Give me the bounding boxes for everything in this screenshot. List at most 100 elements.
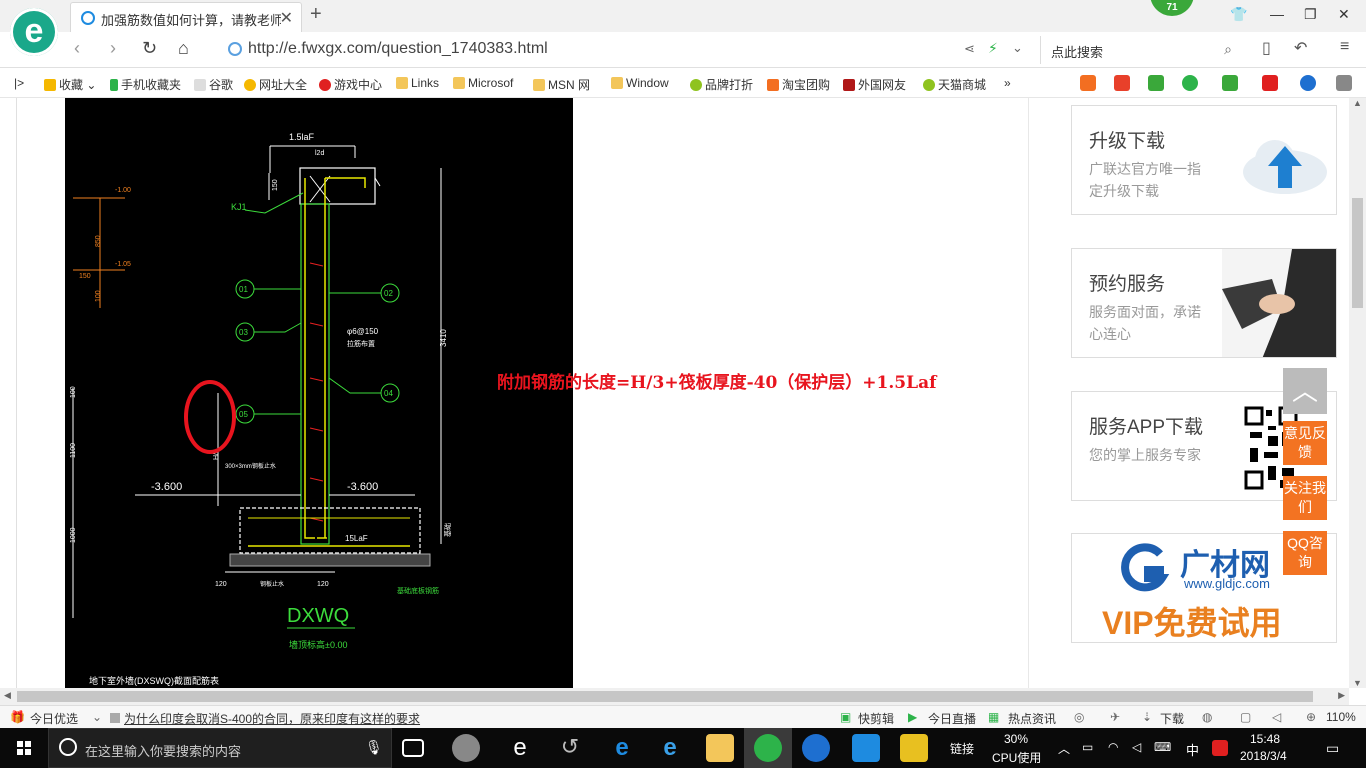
address-bar[interactable]: http://e.fwxgx.com/question_1740383.html… [222, 36, 1032, 64]
today-picks-link[interactable]: 今日优选 [30, 710, 78, 727]
volume-icon[interactable]: ◁ [1132, 740, 1141, 754]
bookmark-item[interactable]: 收藏 ⌄ [44, 76, 96, 93]
follow-us-button[interactable]: 关注我们 [1283, 476, 1327, 520]
scroll-down-icon[interactable]: ▼ [1353, 678, 1362, 688]
zoom-level[interactable]: 110% [1326, 710, 1356, 724]
speed-icon[interactable]: ◎ [1074, 710, 1084, 724]
refresh-icon[interactable]: ↻ [142, 38, 157, 59]
bookmark-item[interactable]: MSN 网 [533, 76, 590, 93]
undo-icon[interactable]: ↶ [1294, 38, 1307, 58]
tab-close-icon[interactable]: ✕ [280, 8, 293, 28]
quick-clip-link[interactable]: 快剪辑 [858, 710, 894, 727]
wifi-icon[interactable]: ◠ [1108, 740, 1118, 754]
bookmark-item[interactable]: 淘宝团购 [767, 76, 830, 93]
close-button[interactable]: ✕ [1338, 6, 1350, 23]
task-view-icon[interactable] [402, 739, 424, 757]
notification-center-icon[interactable]: ▭ [1326, 740, 1339, 757]
browser-logo-icon[interactable]: e [10, 8, 58, 56]
scroll-up-icon[interactable]: ▲ [1353, 98, 1362, 108]
more-bookmarks-icon[interactable]: » [1004, 76, 1011, 90]
qq-consult-button[interactable]: QQ咨询 [1283, 531, 1327, 575]
clock-date[interactable]: 2018/3/4 [1240, 749, 1287, 763]
bookmark-item[interactable]: 品牌打折 [690, 76, 753, 93]
clock-time[interactable]: 15:48 [1250, 732, 1280, 746]
share-icon[interactable]: ⋖ [964, 41, 975, 57]
volume-icon[interactable]: ◁ [1272, 710, 1281, 724]
bookmark-item[interactable]: Microsof [453, 76, 513, 90]
search-input[interactable]: 点此搜索 [1051, 42, 1103, 61]
search-icon[interactable]: ⌕ [1224, 41, 1232, 58]
scroll-left-icon[interactable]: ◀ [4, 690, 11, 701]
speed-mode-icon[interactable]: ⚡ [988, 40, 998, 57]
bookmark-item[interactable]: Window [611, 76, 669, 90]
chevron-down-icon[interactable]: ⌄ [1012, 40, 1023, 56]
scroll-right-icon[interactable]: ▶ [1338, 690, 1345, 701]
tab-active[interactable]: 加强筋数值如何计算，请教老师。 ✕ [70, 2, 302, 32]
edge-icon[interactable]: e [608, 734, 636, 762]
bookmark-item[interactable]: 外国网友 [843, 76, 906, 93]
plus-app-icon[interactable] [852, 734, 880, 762]
ime-indicator[interactable]: 中 [1186, 740, 1199, 759]
minimize-button[interactable]: — [1270, 6, 1284, 22]
menu-icon[interactable]: ≡ [1340, 38, 1349, 56]
translate-icon[interactable] [1222, 75, 1238, 91]
back-icon[interactable]: ‹ [74, 38, 80, 59]
pin-icon[interactable]: ✈ [1110, 710, 1120, 724]
file-explorer-icon[interactable] [706, 734, 734, 762]
notes-app-icon[interactable] [900, 734, 928, 762]
vertical-scrollbar[interactable]: ▲ ▼ [1349, 98, 1366, 688]
home-icon[interactable]: ⌂ [178, 38, 189, 59]
skin-icon[interactable]: 👕 [1230, 6, 1247, 23]
taskbar-search[interactable]: 在这里输入你要搜索的内容 🎙 [48, 728, 392, 768]
bookmark-item[interactable]: 游戏中心 [319, 76, 382, 93]
mobile-icon[interactable]: ▯ [1262, 38, 1271, 58]
video-icon[interactable] [1080, 75, 1096, 91]
hot-news-link[interactable]: 热点资讯 [1008, 710, 1056, 727]
bookmark-item[interactable]: 天猫商城 [923, 76, 986, 93]
pinwheel-app-icon[interactable] [452, 734, 480, 762]
links-toolbar[interactable]: 链接 [950, 740, 974, 757]
screenshot-icon[interactable] [1262, 75, 1278, 91]
bookmark-item[interactable]: 手机收藏夹 [110, 76, 181, 93]
grid-icon[interactable] [1336, 75, 1352, 91]
browser-e-icon[interactable]: e [506, 734, 534, 762]
ie-icon[interactable]: e [656, 734, 684, 762]
bookmark-item[interactable]: 网址大全 [244, 76, 307, 93]
bookmark-item[interactable]: Links [396, 76, 439, 90]
battery-icon[interactable]: ▭ [1082, 740, 1093, 754]
clean-icon[interactable]: ◍ [1202, 710, 1212, 724]
notification-badge[interactable]: 71 [1150, 0, 1194, 16]
360-browser-icon[interactable] [754, 734, 782, 762]
restore-button[interactable]: ❐ [1304, 6, 1317, 23]
sidebar-toggle-icon[interactable]: |> [14, 76, 24, 90]
shield-icon[interactable] [1182, 75, 1198, 91]
windows-start-icon[interactable] [0, 728, 48, 768]
card-appointment-service[interactable]: 预约服务 服务面对面，承诺心连心 [1071, 248, 1337, 358]
discount-icon[interactable] [1114, 75, 1130, 91]
taskbar-search-input[interactable]: 在这里输入你要搜索的内容 [85, 741, 241, 760]
bookmark-item[interactable]: 谷歌 [194, 76, 233, 93]
horizontal-scrollbar[interactable]: ◀ ▶ [0, 688, 1349, 705]
feedback-button[interactable]: 意见反馈 [1283, 421, 1327, 465]
scrollbar-thumb[interactable] [17, 691, 1313, 702]
keyboard-icon[interactable]: ⌨ [1154, 740, 1171, 754]
reader-icon[interactable] [1148, 75, 1164, 91]
search-box[interactable]: 点此搜索 ⌕ [1040, 36, 1240, 64]
swirl-app-icon[interactable]: ↺ [556, 734, 584, 762]
live-link[interactable]: 今日直播 [928, 710, 976, 727]
forward-icon[interactable]: › [110, 38, 116, 59]
url-text[interactable]: http://e.fwxgx.com/question_1740383.html [248, 40, 548, 58]
download-link[interactable]: 下载 [1160, 710, 1184, 727]
microphone-icon[interactable]: 🎙 [365, 739, 383, 756]
chevron-up-icon[interactable]: ︿ [1058, 740, 1070, 757]
scrollbar-thumb[interactable] [1352, 198, 1363, 308]
sogou-ime-icon[interactable] [1212, 740, 1228, 756]
new-tab-button[interactable]: + [310, 3, 322, 26]
card-upgrade-download[interactable]: 升级下载 广联达官方唯一指定升级下载 [1071, 105, 1337, 215]
window-icon[interactable]: ▢ [1240, 710, 1251, 724]
news-headline-link[interactable]: 为什么印度会取消S-400的合同，原来印度有这样的要求 [124, 710, 420, 727]
chevron-down-icon[interactable]: ⌄ [92, 710, 102, 724]
glodon-g-icon[interactable] [802, 734, 830, 762]
find-icon[interactable] [1300, 75, 1316, 91]
back-to-top-button[interactable]: ︿ [1283, 368, 1327, 414]
